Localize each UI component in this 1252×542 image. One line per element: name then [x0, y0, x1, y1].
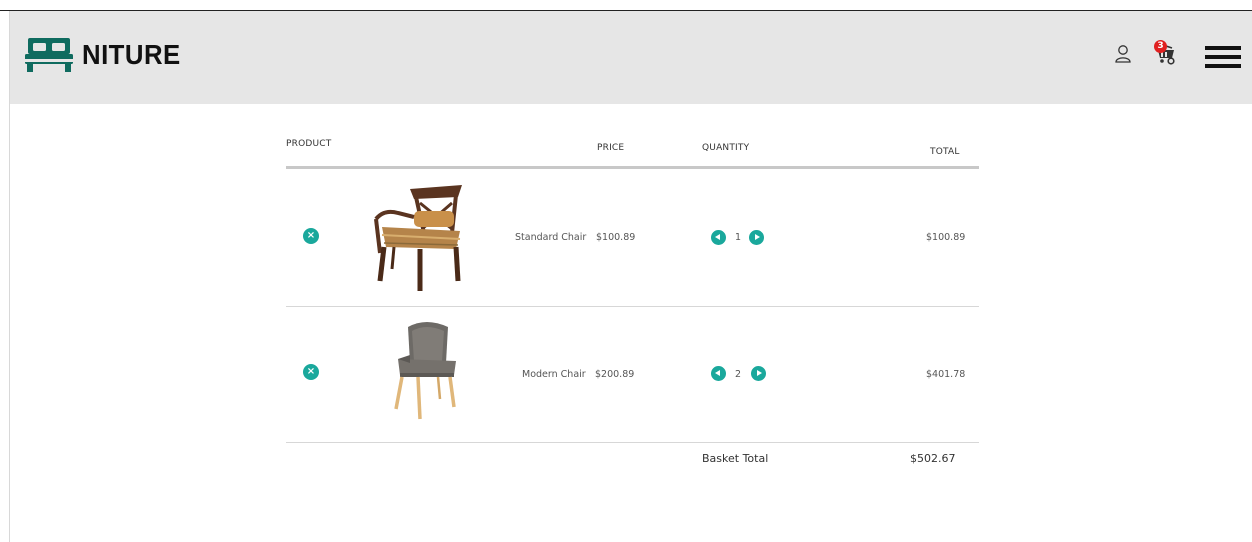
product-price: $100.89 — [596, 232, 636, 243]
increase-quantity-button[interactable] — [751, 366, 766, 381]
product-name[interactable]: Modern Chair — [522, 369, 586, 380]
quantity-value: 1 — [735, 232, 742, 243]
brand-name: NITURE — [82, 39, 181, 70]
quantity-value: 2 — [735, 369, 742, 380]
basket-total-label: Basket Total — [702, 452, 769, 465]
close-icon: × — [306, 230, 316, 241]
column-header-product: PRODUCT — [286, 139, 332, 149]
product-name[interactable]: Standard Chair — [515, 232, 586, 243]
line-total: $100.89 — [926, 232, 966, 243]
bed-icon — [25, 38, 73, 72]
decrease-quantity-button[interactable] — [711, 230, 726, 245]
row-divider — [286, 306, 979, 307]
column-header-quantity: QUANTITY — [702, 143, 750, 153]
close-icon: × — [306, 366, 316, 377]
row-divider — [286, 442, 979, 443]
basket-total-value: $502.67 — [910, 452, 956, 465]
increase-quantity-button[interactable] — [749, 230, 764, 245]
decrease-quantity-button[interactable] — [711, 366, 726, 381]
product-price: $200.89 — [595, 369, 635, 380]
top-border — [0, 0, 1252, 11]
user-icon[interactable] — [1114, 44, 1132, 68]
header-divider — [286, 166, 979, 169]
column-header-price: PRICE — [597, 143, 625, 153]
brand-logo[interactable]: NITURE — [24, 37, 189, 73]
site-header: NITURE 3 — [10, 11, 1252, 104]
remove-item-button[interactable]: × — [303, 228, 319, 244]
cart-count-badge: 3 — [1154, 40, 1167, 53]
hamburger-menu-icon[interactable] — [1205, 46, 1241, 72]
line-total: $401.78 — [926, 369, 966, 380]
remove-item-button[interactable]: × — [303, 364, 319, 380]
wooden-armchair-image[interactable] — [366, 183, 466, 297]
grey-upholstered-chair-image[interactable] — [384, 319, 464, 433]
column-header-total: TOTAL — [930, 147, 960, 157]
